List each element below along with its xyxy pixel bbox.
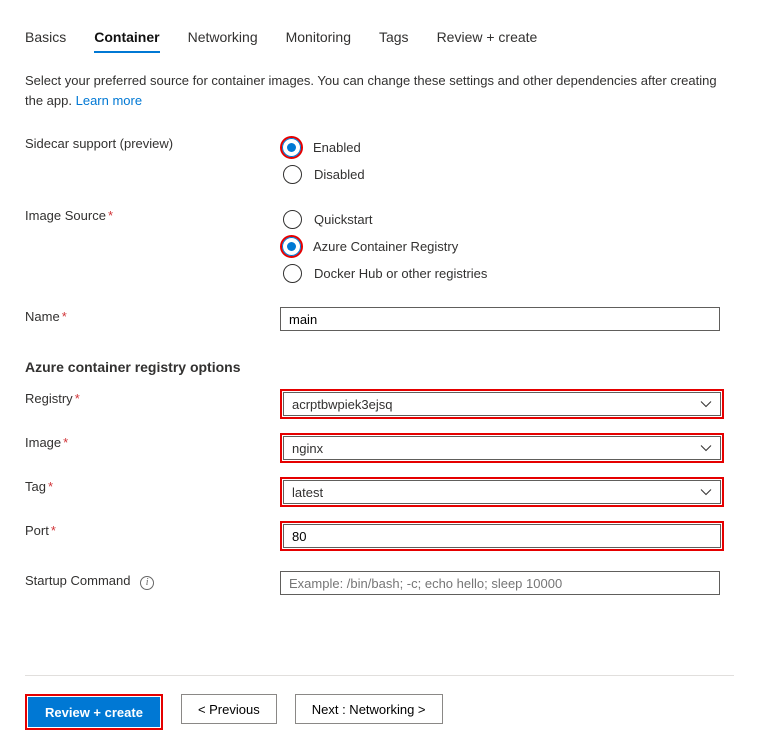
sidecar-disabled-label: Disabled (314, 167, 365, 182)
tab-review[interactable]: Review + create (437, 25, 538, 53)
name-input[interactable] (280, 307, 720, 331)
sidecar-enabled-radio[interactable] (282, 138, 301, 157)
image-value: nginx (292, 441, 323, 456)
image-source-label: Image Source* (25, 206, 280, 223)
tag-select[interactable]: latest (283, 480, 721, 504)
image-source-docker-radio[interactable] (283, 264, 302, 283)
sidecar-disabled-radio[interactable] (283, 165, 302, 184)
startup-label: Startup Command i (25, 571, 280, 590)
image-source-quickstart-label: Quickstart (314, 212, 373, 227)
highlight: Review + create (25, 694, 163, 730)
image-source-acr-radio[interactable] (282, 237, 301, 256)
registry-select[interactable]: acrptbwpiek3ejsq (283, 392, 721, 416)
acr-options-heading: Azure container registry options (25, 359, 734, 375)
startup-input[interactable] (280, 571, 720, 595)
port-label: Port* (25, 521, 280, 538)
tab-monitoring[interactable]: Monitoring (286, 25, 351, 53)
tag-label: Tag* (25, 477, 280, 494)
image-label: Image* (25, 433, 280, 450)
registry-label: Registry* (25, 389, 280, 406)
tab-bar: Basics Container Networking Monitoring T… (25, 25, 734, 53)
chevron-down-icon (700, 486, 712, 498)
chevron-down-icon (700, 442, 712, 454)
learn-more-link[interactable]: Learn more (76, 93, 142, 108)
sidecar-label: Sidecar support (preview) (25, 134, 280, 151)
tab-description: Select your preferred source for contain… (25, 71, 734, 110)
image-source-acr-label: Azure Container Registry (313, 239, 458, 254)
footer-bar: Review + create < Previous Next : Networ… (25, 675, 734, 730)
review-create-button[interactable]: Review + create (28, 697, 160, 727)
tab-container[interactable]: Container (94, 25, 159, 53)
next-button[interactable]: Next : Networking > (295, 694, 443, 724)
image-source-quickstart-radio[interactable] (283, 210, 302, 229)
image-select[interactable]: nginx (283, 436, 721, 460)
highlight (280, 235, 303, 258)
tab-basics[interactable]: Basics (25, 25, 66, 53)
image-source-docker-label: Docker Hub or other registries (314, 266, 487, 281)
port-input[interactable] (283, 524, 721, 548)
tab-tags[interactable]: Tags (379, 25, 409, 53)
chevron-down-icon (700, 398, 712, 410)
info-icon[interactable]: i (140, 576, 154, 590)
tag-value: latest (292, 485, 323, 500)
highlight (280, 136, 303, 159)
tab-networking[interactable]: Networking (188, 25, 258, 53)
name-label: Name* (25, 307, 280, 324)
sidecar-enabled-label: Enabled (313, 140, 361, 155)
previous-button[interactable]: < Previous (181, 694, 277, 724)
registry-value: acrptbwpiek3ejsq (292, 397, 392, 412)
